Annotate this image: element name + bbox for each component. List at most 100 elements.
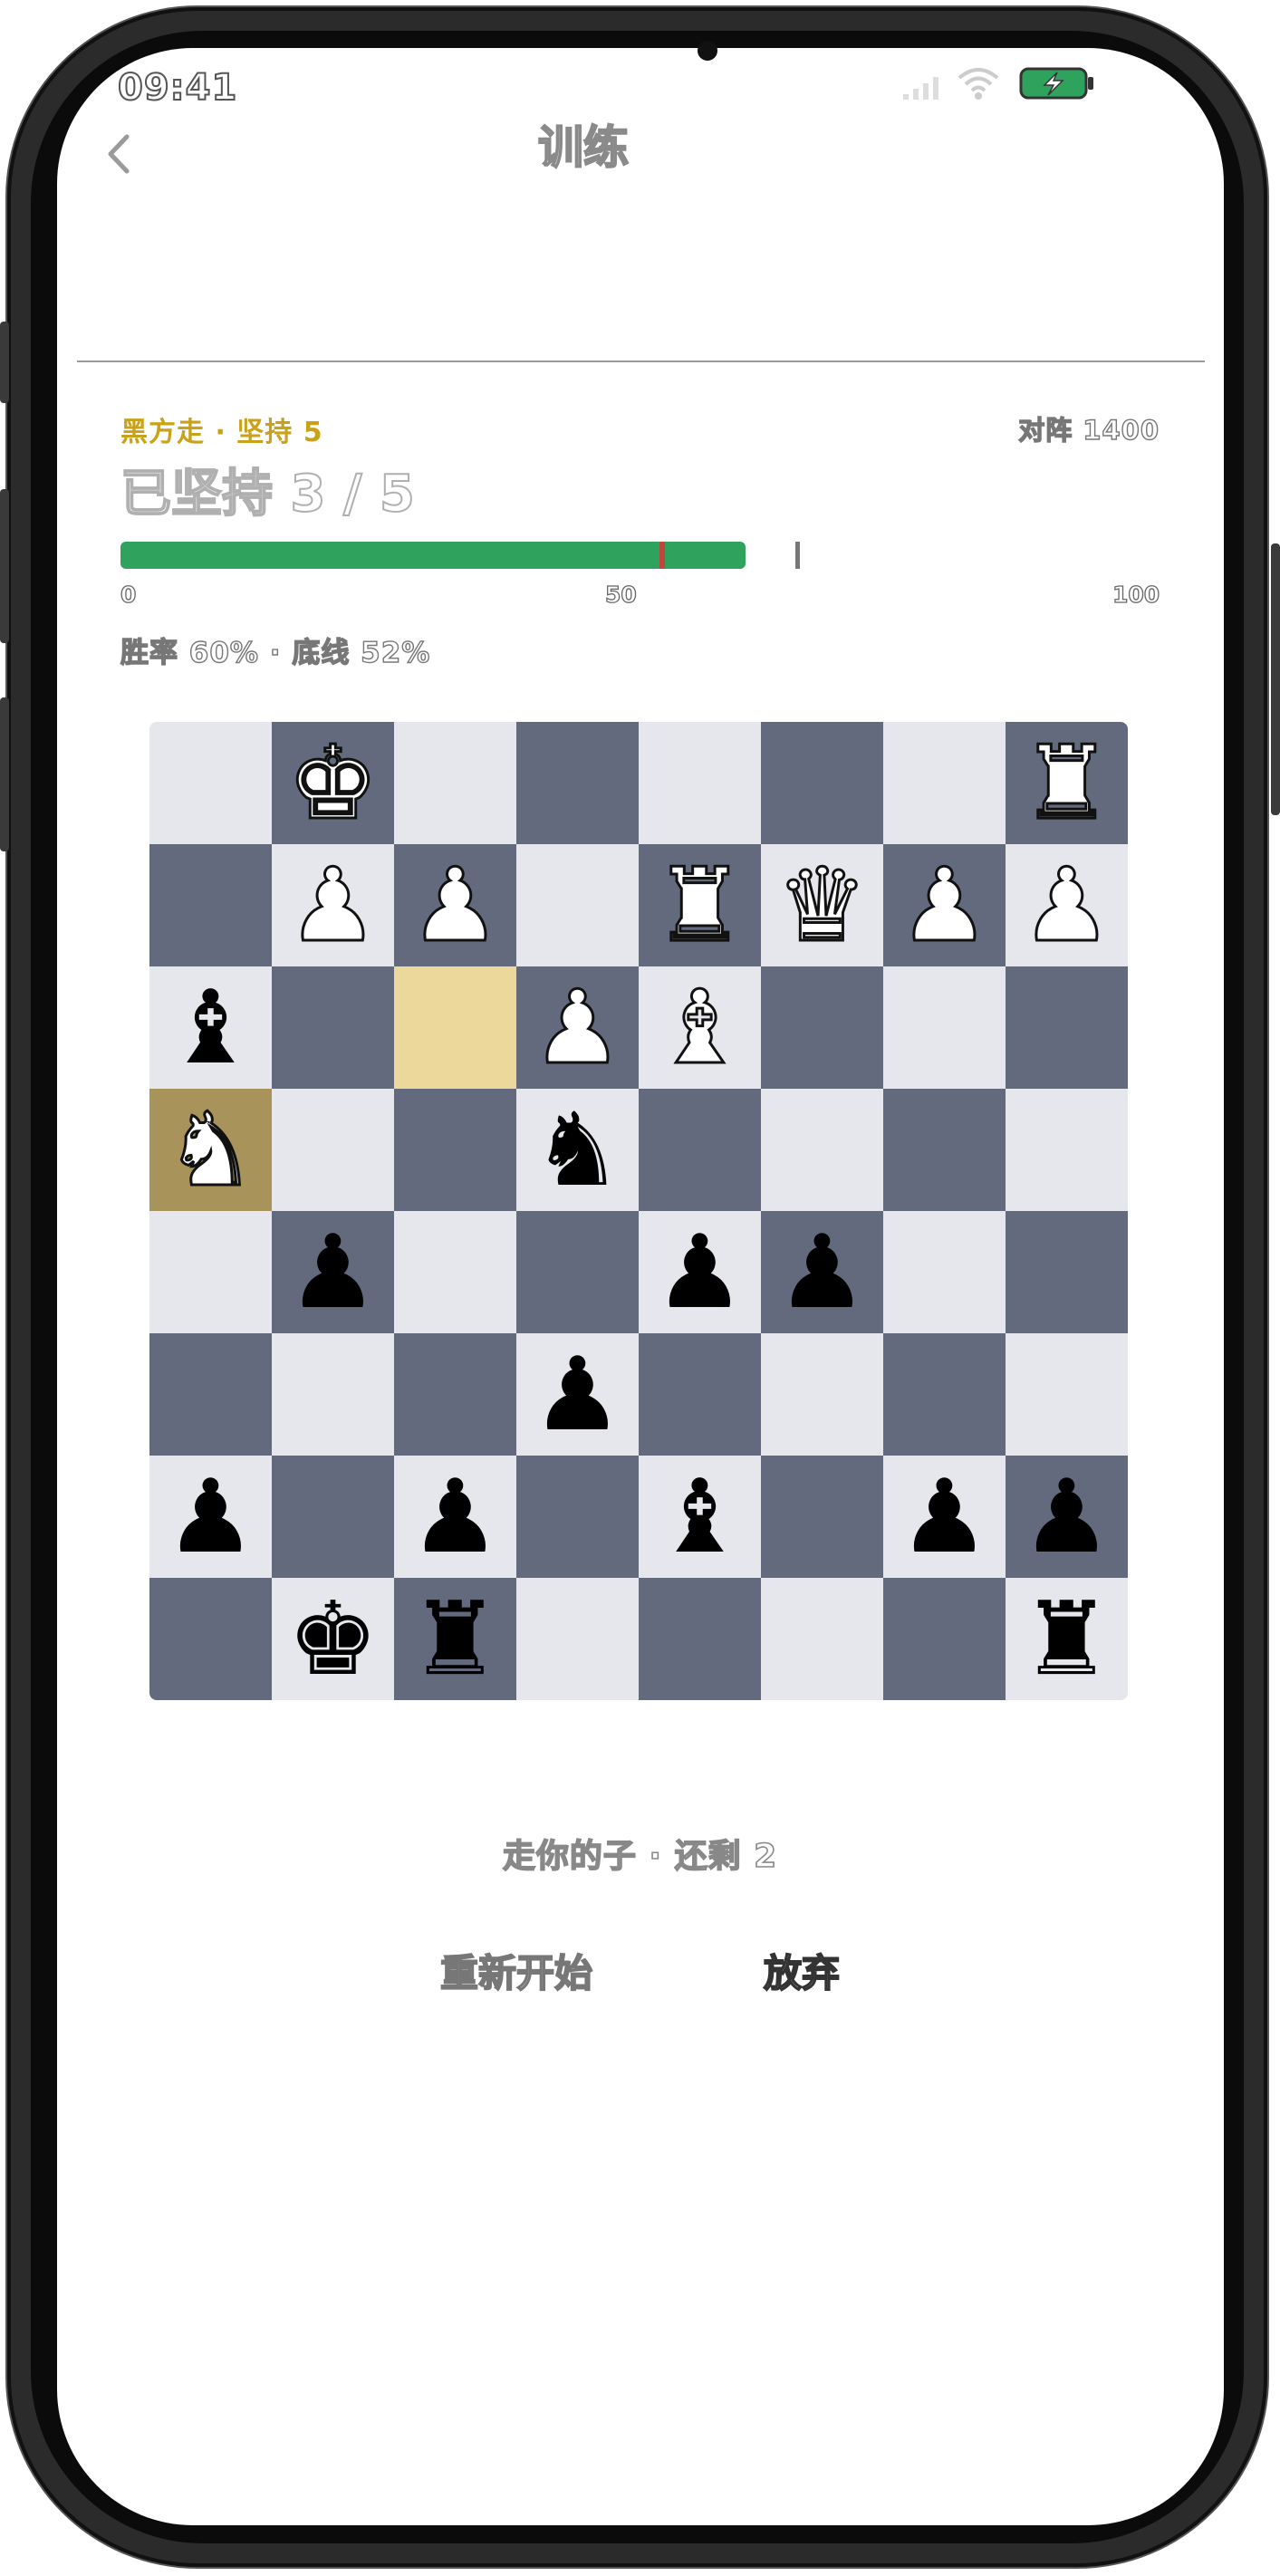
black-king-piece[interactable]: ♚	[287, 1589, 378, 1690]
board-square[interactable]	[1006, 1211, 1128, 1333]
board-square[interactable]: ♟	[149, 1456, 272, 1578]
black-pawn-piece[interactable]: ♟	[899, 1466, 989, 1568]
progress-headline: 已坚持 3 / 5	[120, 464, 416, 524]
board-square[interactable]	[516, 844, 639, 966]
black-rook-piece[interactable]: ♜	[1021, 1589, 1112, 1690]
board-square[interactable]: ♟	[883, 844, 1006, 966]
board-square[interactable]	[272, 1333, 394, 1456]
board-square[interactable]: ♟	[1006, 1456, 1128, 1578]
board-square[interactable]	[272, 966, 394, 1089]
board-square[interactable]	[394, 1089, 516, 1211]
board-square[interactable]: ♟	[394, 1456, 516, 1578]
white-queen-piece[interactable]: ♛	[775, 853, 869, 957]
board-square[interactable]	[149, 844, 272, 966]
board-square[interactable]: ♟	[1006, 844, 1128, 966]
board-square[interactable]: ♜	[394, 1578, 516, 1700]
board-square[interactable]: ♟	[639, 1211, 761, 1333]
board-square[interactable]	[516, 1211, 639, 1333]
board-square[interactable]	[761, 966, 883, 1089]
board-square[interactable]: ♟	[272, 1211, 394, 1333]
board-square[interactable]	[639, 1089, 761, 1211]
white-pawn-piece[interactable]: ♟	[286, 853, 380, 957]
battery-charging-icon	[1019, 67, 1093, 100]
board-square[interactable]	[394, 1211, 516, 1333]
black-pawn-piece[interactable]: ♟	[409, 1466, 500, 1568]
board-square[interactable]	[883, 1333, 1006, 1456]
white-knight-piece[interactable]: ♞	[164, 1098, 257, 1202]
black-pawn-piece[interactable]: ♟	[776, 1222, 867, 1323]
board-square[interactable]	[883, 1211, 1006, 1333]
board-square[interactable]	[639, 1578, 761, 1700]
white-rook-piece[interactable]: ♜	[653, 853, 746, 957]
board-square[interactable]	[272, 1456, 394, 1578]
board-square[interactable]: ♟	[883, 1456, 1006, 1578]
board-square[interactable]	[1006, 1333, 1128, 1456]
board-square[interactable]	[149, 1333, 272, 1456]
board-square[interactable]	[761, 1456, 883, 1578]
board-square[interactable]	[761, 1333, 883, 1456]
black-pawn-piece[interactable]: ♟	[287, 1222, 378, 1323]
white-pawn-piece[interactable]: ♟	[1020, 853, 1113, 957]
board-square[interactable]: ♟	[394, 844, 516, 966]
white-bishop-piece[interactable]: ♝	[653, 976, 746, 1080]
board-square[interactable]: ♟	[272, 844, 394, 966]
move-hint: 走你的子 · 还剩 2	[502, 1837, 778, 1876]
board-square[interactable]: ♟	[761, 1211, 883, 1333]
board-square[interactable]: ♝	[639, 1456, 761, 1578]
board-square[interactable]: ♚	[272, 1578, 394, 1700]
board-square[interactable]	[516, 1456, 639, 1578]
board-square[interactable]: ♛	[761, 844, 883, 966]
black-knight-piece[interactable]: ♞	[532, 1100, 622, 1201]
restart-button[interactable]: 重新开始	[426, 1938, 607, 2002]
white-rook-piece[interactable]: ♜	[1020, 731, 1113, 835]
white-king-piece[interactable]: ♚	[286, 731, 380, 835]
board-square[interactable]: ♜	[1006, 722, 1128, 844]
win-rate-fill	[120, 542, 746, 569]
board-square[interactable]	[394, 1333, 516, 1456]
resign-button[interactable]: 放弃	[752, 1938, 852, 2002]
board-square[interactable]	[639, 722, 761, 844]
board-square[interactable]	[761, 1578, 883, 1700]
board-square[interactable]: ♜	[1006, 1578, 1128, 1700]
black-pawn-piece[interactable]: ♟	[532, 1344, 622, 1446]
board-square[interactable]	[639, 1333, 761, 1456]
black-rook-piece[interactable]: ♜	[409, 1589, 500, 1690]
board-square[interactable]	[149, 1578, 272, 1700]
board-square[interactable]	[394, 722, 516, 844]
black-bishop-piece[interactable]: ♝	[654, 1466, 745, 1568]
board-square[interactable]	[394, 966, 516, 1089]
board-square[interactable]: ♞	[516, 1089, 639, 1211]
mute-switch	[0, 322, 9, 403]
board-square[interactable]	[883, 1089, 1006, 1211]
white-pawn-piece[interactable]: ♟	[531, 976, 624, 1080]
board-square[interactable]: ♝	[149, 966, 272, 1089]
board-square[interactable]: ♟	[516, 966, 639, 1089]
black-bishop-piece[interactable]: ♝	[165, 977, 255, 1079]
board-square[interactable]	[149, 722, 272, 844]
white-pawn-piece[interactable]: ♟	[409, 853, 502, 957]
board-square[interactable]	[149, 1211, 272, 1333]
board-square[interactable]	[883, 722, 1006, 844]
board-square[interactable]: ♜	[639, 844, 761, 966]
opponent-rating: 对阵 1400	[1017, 414, 1160, 446]
board-square[interactable]	[1006, 966, 1128, 1089]
black-pawn-piece[interactable]: ♟	[654, 1222, 745, 1323]
board-square[interactable]: ♞	[149, 1089, 272, 1211]
board-square[interactable]	[761, 722, 883, 844]
bar-end-marker	[795, 542, 800, 569]
board-square[interactable]: ♝	[639, 966, 761, 1089]
board-square[interactable]: ♟	[516, 1333, 639, 1456]
scale-tick-50: 50	[604, 581, 637, 608]
board-square[interactable]	[883, 966, 1006, 1089]
board-square[interactable]: ♚	[272, 722, 394, 844]
black-pawn-piece[interactable]: ♟	[165, 1466, 255, 1568]
white-pawn-piece[interactable]: ♟	[898, 853, 991, 957]
board-square[interactable]	[272, 1089, 394, 1211]
board-square[interactable]	[1006, 1089, 1128, 1211]
board-square[interactable]	[516, 1578, 639, 1700]
black-pawn-piece[interactable]: ♟	[1021, 1466, 1112, 1568]
board-square[interactable]	[761, 1089, 883, 1211]
chess-board[interactable]: ♚ ♜ ♟ ♟ ♜ ♛ ♟ ♟ ♝ ♟ ♝ ♞ ♞ ♟ ♟ ♟ ♟ ♟ ♟ ♝ ♟ ♟ ♚ ♜ ♜	[149, 722, 1128, 1700]
board-square[interactable]	[883, 1578, 1006, 1700]
board-square[interactable]	[516, 722, 639, 844]
